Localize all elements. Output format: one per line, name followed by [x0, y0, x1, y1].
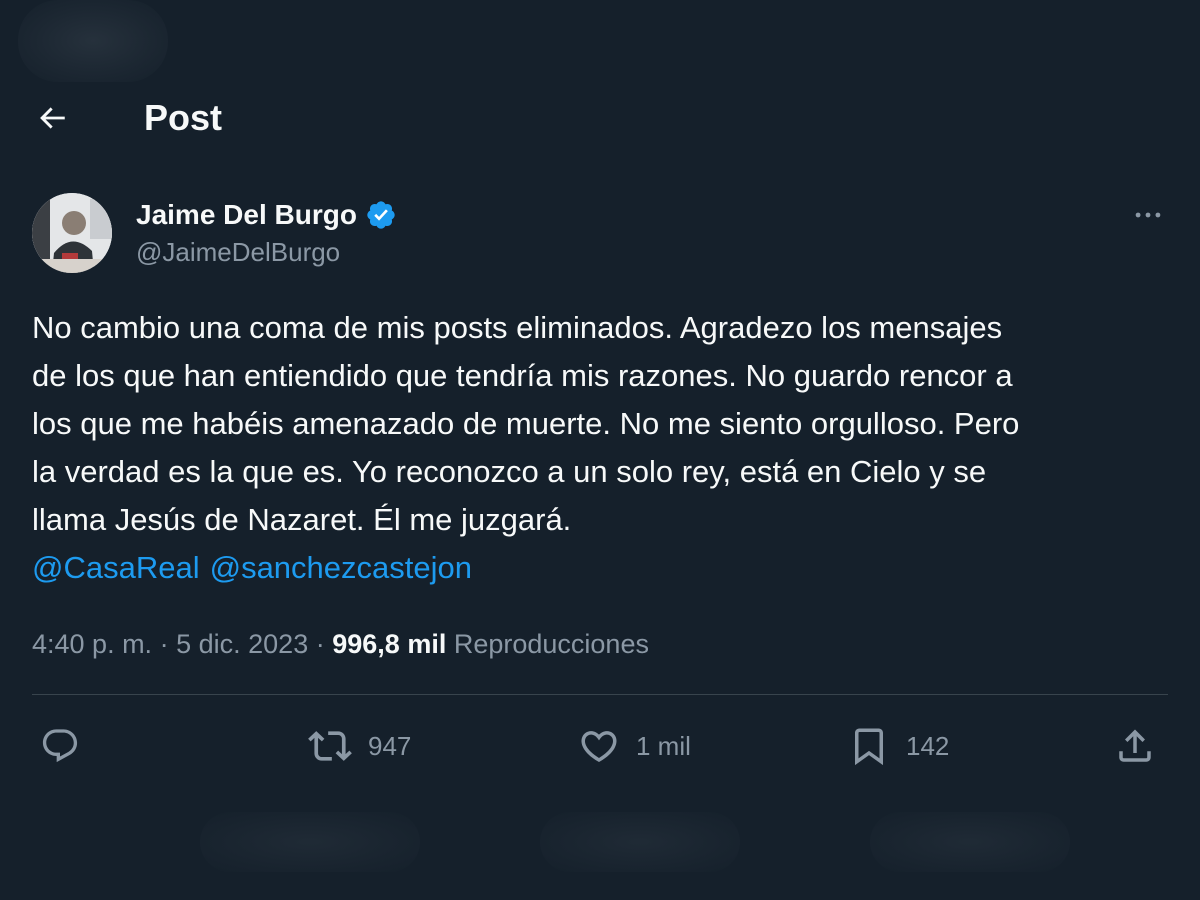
verified-badge-icon[interactable] [365, 199, 397, 231]
author-handle[interactable]: @JaimeDelBurgo [136, 237, 340, 268]
repost-count: 947 [368, 730, 412, 761]
mention-link-sanchezcastejon[interactable]: @sanchezcastejon [210, 550, 472, 585]
post-header: Post [0, 88, 1200, 152]
repost-icon [308, 731, 352, 761]
tweet-meta: 4:40 p. m. · 5 dic. 2023 · 996,8 mil Rep… [32, 622, 649, 666]
tweet-mentions: @CasaReal @sanchezcastejon [32, 544, 482, 592]
meta-separator: · [315, 629, 325, 659]
bookmark-icon [855, 728, 883, 766]
tweet-line: los que me habéis amenazado de muerte. N… [32, 406, 1020, 441]
reply-button[interactable] [40, 718, 80, 774]
blurred-region [200, 812, 420, 872]
post-page: Post Jaime Del Burgo @JaimeDelBurgo No c… [0, 0, 1200, 900]
share-icon [1119, 729, 1151, 762]
bookmark-button[interactable]: 142 [848, 718, 949, 774]
action-bar: 947 1 mil 142 [32, 718, 1168, 774]
heart-icon [581, 731, 617, 763]
tweet-line: llama Jesús de Nazaret. Él me juzgará. [32, 502, 572, 537]
avatar-image [32, 193, 112, 273]
bookmark-count: 142 [906, 730, 950, 761]
mention-link-casareal[interactable]: @CasaReal [32, 550, 200, 585]
divider [32, 694, 1168, 695]
tweet-time[interactable]: 4:40 p. m. [32, 629, 152, 659]
blurred-region [18, 0, 168, 82]
author-name[interactable]: Jaime Del Burgo [136, 199, 357, 231]
tweet-line: la verdad es la que es. Yo reconozco a u… [32, 454, 987, 489]
like-count: 1 mil [636, 730, 691, 761]
tweet-line: No cambio una coma de mis posts eliminad… [32, 310, 1003, 345]
avatar[interactable] [32, 193, 112, 273]
views-label: Reproducciones [453, 629, 649, 659]
views-count[interactable]: 996,8 mil [332, 629, 446, 659]
more-options-button[interactable] [1128, 195, 1168, 235]
page-title: Post [144, 97, 223, 138]
like-button[interactable]: 1 mil [578, 718, 691, 774]
tweet-text: No cambio una coma de mis posts eliminad… [32, 304, 1162, 544]
repost-button[interactable]: 947 [308, 718, 411, 774]
tweet-line: de los que han entiendido que tendría mi… [32, 358, 1013, 393]
blurred-region [870, 812, 1070, 872]
author-name-row: Jaime Del Burgo [136, 195, 397, 235]
share-button[interactable] [1114, 718, 1156, 774]
back-button[interactable] [32, 98, 72, 138]
tweet-date[interactable]: 5 dic. 2023 [176, 629, 308, 659]
meta-separator: · [159, 629, 169, 659]
author-row: Jaime Del Burgo @JaimeDelBurgo [32, 193, 1168, 277]
reply-icon [42, 729, 78, 763]
more-dots-icon [1135, 212, 1161, 218]
arrow-left-icon [40, 107, 65, 129]
blurred-region [540, 812, 740, 872]
